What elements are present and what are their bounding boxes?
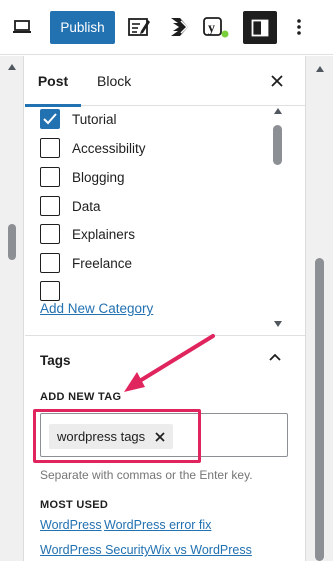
category-item-data[interactable]: Data	[40, 195, 101, 217]
category-item-tutorial[interactable]: Tutorial	[40, 108, 117, 130]
most-used-tag-link[interactable]: WordPress error fix	[104, 518, 211, 532]
category-checkbox[interactable]	[40, 196, 60, 216]
sidebar-header: Post Block	[25, 56, 305, 107]
scroll-up-icon[interactable]	[8, 64, 16, 70]
sidebar-scroll-thumb[interactable]	[315, 258, 324, 561]
tab-post[interactable]: Post	[25, 56, 81, 107]
edit-mode-icon[interactable]	[125, 13, 153, 41]
sidebar-scrollbar[interactable]	[305, 56, 333, 561]
category-label: Data	[72, 198, 101, 214]
tab-block[interactable]: Block	[97, 56, 131, 106]
category-checkbox[interactable]	[40, 167, 60, 187]
chevron-up-icon[interactable]	[269, 353, 281, 361]
add-new-tag-label: ADD NEW TAG	[40, 391, 122, 403]
editor-scroll-thumb[interactable]	[8, 224, 16, 260]
category-label: Explainers	[72, 226, 136, 242]
yoast-icon[interactable]: y	[202, 13, 230, 41]
editor-toolbar: Publish y	[0, 0, 333, 55]
publish-button[interactable]: Publish	[50, 11, 115, 44]
view-icon[interactable]	[8, 13, 36, 41]
category-item-explainers[interactable]: Explainers	[40, 223, 135, 245]
tag-help-text: Separate with commas or the Enter key.	[40, 468, 253, 482]
add-new-category-link[interactable]: Add New Category	[40, 301, 153, 316]
category-checkbox	[40, 281, 60, 301]
section-divider	[25, 335, 305, 336]
category-item-blogging[interactable]: Blogging	[40, 166, 125, 188]
close-icon[interactable]	[267, 71, 287, 91]
category-item-freelance[interactable]: Freelance	[40, 252, 132, 274]
category-label: Freelance	[72, 255, 133, 271]
performance-icon[interactable]	[166, 13, 194, 41]
category-checkbox[interactable]	[40, 253, 60, 273]
category-label: Accessibility	[72, 140, 146, 156]
category-scroll-thumb[interactable]	[273, 125, 282, 165]
category-label: Blogging	[72, 169, 125, 185]
category-scroll-down-icon[interactable]	[274, 321, 282, 327]
yoast-letter: y	[208, 21, 215, 36]
scroll-up-icon[interactable]	[316, 66, 324, 72]
category-checkbox[interactable]	[40, 224, 60, 244]
sidebar-toggle-button[interactable]	[243, 11, 277, 44]
most-used-label: MOST USED	[40, 499, 109, 511]
category-item-partial	[40, 280, 60, 302]
checkmark-icon	[43, 113, 57, 125]
more-options-icon[interactable]	[285, 13, 313, 41]
settings-sidebar: Post Block Tutorial Accessibility Bloggi…	[25, 56, 305, 561]
sidebar-toggle-icon	[251, 19, 269, 36]
most-used-tag-link[interactable]: WordPress Security	[40, 543, 150, 557]
annotation-highlight-box	[33, 409, 201, 463]
category-label: Tutorial	[72, 111, 117, 127]
category-checkbox[interactable]	[40, 138, 60, 158]
editor-scrollbar[interactable]	[0, 56, 24, 561]
most-used-tag-link[interactable]: WordPress	[40, 518, 102, 532]
most-used-tag-link[interactable]: Wix vs WordPress	[150, 543, 252, 557]
tags-panel-title[interactable]: Tags	[40, 353, 71, 368]
category-item-accessibility[interactable]: Accessibility	[40, 137, 146, 159]
category-scroll-up-icon[interactable]	[274, 108, 282, 114]
category-checkbox[interactable]	[40, 109, 60, 129]
